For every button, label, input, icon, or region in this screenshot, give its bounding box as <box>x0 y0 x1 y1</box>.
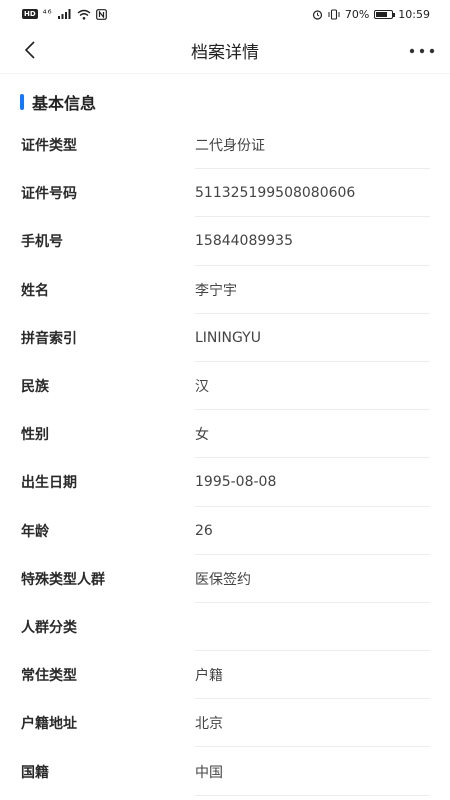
info-row-household-address: 户籍地址 北京 <box>0 699 450 748</box>
hd-icon: HD <box>22 9 38 19</box>
info-row-nationality: 国籍 中国 <box>0 747 450 796</box>
status-time: 10:59 <box>398 7 430 21</box>
info-list: 证件类型 二代身份证 证件号码 511325199508080606 手机号 1… <box>0 121 450 796</box>
more-horizontal-icon <box>409 48 435 54</box>
field-value: 医保签约 <box>195 571 251 588</box>
info-row-gender: 性别 女 <box>0 410 450 459</box>
battery-level <box>376 11 387 17</box>
field-value: 汉 <box>195 379 209 396</box>
field-label: 拼音索引 <box>21 330 77 347</box>
field-value: 511325199508080606 <box>195 185 356 202</box>
status-right: 70% 10:59 <box>312 8 430 21</box>
nfc-icon <box>95 8 107 20</box>
field-label: 常住类型 <box>21 668 77 685</box>
field-label: 证件号码 <box>21 186 77 203</box>
section-title: 基本信息 <box>32 94 97 113</box>
vibrate-icon <box>328 8 340 20</box>
field-value: LININGYU <box>195 329 261 346</box>
page-title: 档案详情 <box>191 43 259 63</box>
info-row-age: 年龄 26 <box>0 507 450 555</box>
field-label: 出生日期 <box>21 475 77 492</box>
info-row-id-number: 证件号码 511325199508080606 <box>0 169 450 218</box>
field-label: 人群分类 <box>21 619 77 636</box>
info-row-birth-date: 出生日期 1995-08-08 <box>0 458 450 507</box>
wifi-icon <box>77 9 91 20</box>
field-label: 姓名 <box>21 282 49 299</box>
info-row-pinyin: 拼音索引 LININGYU <box>0 314 450 363</box>
field-value: 26 <box>195 522 213 539</box>
back-button[interactable] <box>18 38 42 62</box>
status-left: HD ⁴⁶ <box>22 9 107 20</box>
info-row-residence-type: 常住类型 户籍 <box>0 651 450 700</box>
info-row-name: 姓名 李宁宇 <box>0 266 450 314</box>
info-row-ethnicity: 民族 汉 <box>0 362 450 411</box>
more-button[interactable] <box>408 40 436 62</box>
field-label: 民族 <box>21 379 49 396</box>
navigation-bar: 档案详情 <box>0 28 450 74</box>
field-label: 手机号 <box>21 234 63 251</box>
signal-icon <box>57 9 71 19</box>
field-value: 二代身份证 <box>195 138 265 155</box>
section-header: 基本信息 <box>20 90 96 114</box>
field-value: 1995-08-08 <box>195 474 277 491</box>
info-row-id-type: 证件类型 二代身份证 <box>0 121 450 170</box>
info-row-phone: 手机号 15844089935 <box>0 217 450 266</box>
field-value: 15844089935 <box>195 233 293 250</box>
info-row-group-category: 人群分类 <box>0 603 450 652</box>
field-value: 李宁宇 <box>195 282 237 299</box>
battery-percent: 70% <box>344 7 370 21</box>
field-label: 特殊类型人群 <box>21 571 105 588</box>
field-label: 国籍 <box>21 764 49 781</box>
field-label: 户籍地址 <box>21 716 77 733</box>
network-type: ⁴⁶ <box>42 8 53 20</box>
field-label: 年龄 <box>21 523 49 540</box>
status-bar: HD ⁴⁶ 70% 10:59 <box>0 0 450 28</box>
info-row-special-group: 特殊类型人群 医保签约 <box>0 555 450 604</box>
field-value: 女 <box>195 427 209 444</box>
field-value: 北京 <box>195 716 223 733</box>
section-accent-bar <box>20 94 24 110</box>
alarm-icon <box>312 9 322 20</box>
field-value: 户籍 <box>195 668 223 685</box>
field-label: 性别 <box>21 427 49 444</box>
field-label: 证件类型 <box>21 138 77 155</box>
field-value: 中国 <box>195 764 223 781</box>
battery-icon <box>374 9 396 19</box>
chevron-left-icon <box>24 41 35 59</box>
